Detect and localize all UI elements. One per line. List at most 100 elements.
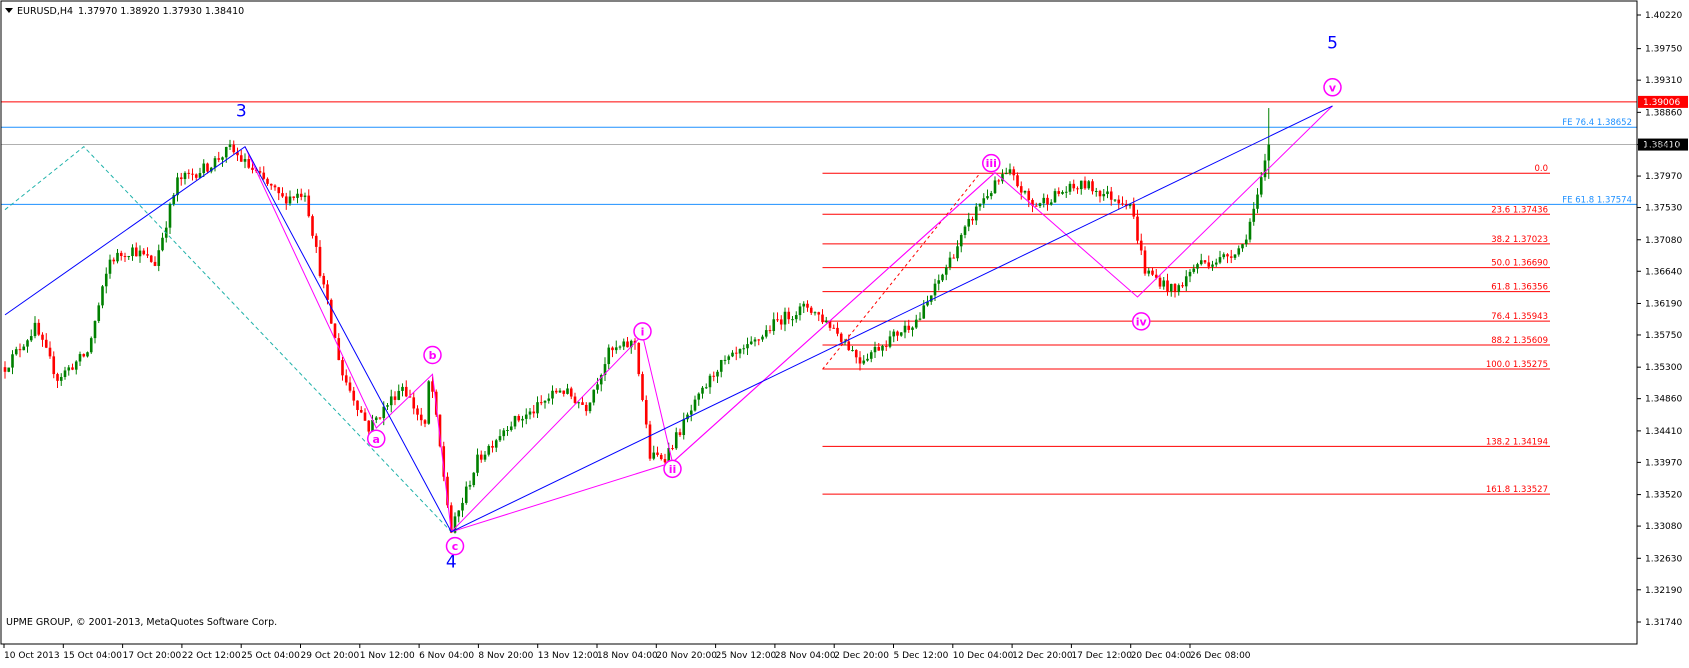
x-tick-label: 17 Dec 12:00 bbox=[1071, 651, 1132, 661]
candle-body bbox=[584, 404, 588, 412]
y-tick-label: 1.39310 bbox=[1645, 76, 1682, 86]
candle-body bbox=[1004, 172, 1008, 175]
candle-body bbox=[1098, 190, 1102, 197]
price-chart[interactable]: 1.39006 FE 76.4 1.38652 FE 61.8 1.37574 1.3… bbox=[0, 0, 1689, 664]
candle-body bbox=[1117, 199, 1121, 204]
candle-body bbox=[82, 354, 86, 357]
fib-level-label: 100.0 1.35275 bbox=[1486, 360, 1548, 370]
candle-body bbox=[1203, 260, 1207, 263]
candle-body bbox=[742, 348, 746, 350]
candle-body bbox=[1136, 216, 1139, 241]
candle-body bbox=[1143, 250, 1147, 274]
candle-body bbox=[74, 361, 78, 370]
candle-body bbox=[266, 178, 269, 184]
candle-body bbox=[183, 172, 187, 180]
y-tick-label: 1.36640 bbox=[1645, 267, 1682, 277]
candle-body bbox=[802, 303, 806, 307]
candle-body bbox=[1027, 190, 1031, 200]
candle-body bbox=[1252, 208, 1256, 222]
candle-body bbox=[359, 409, 363, 413]
candle-body bbox=[858, 357, 862, 364]
candle-body bbox=[479, 454, 483, 460]
candle-body bbox=[348, 382, 352, 391]
y-tick-label: 1.37080 bbox=[1645, 236, 1682, 246]
candle-body bbox=[1049, 202, 1053, 205]
y-tick-label: 1.35300 bbox=[1645, 363, 1682, 373]
major-wave-label: 3 bbox=[236, 102, 247, 122]
candle-body bbox=[161, 237, 164, 251]
candle-body bbox=[419, 414, 423, 421]
fib-level-label: 61.8 1.36356 bbox=[1491, 283, 1548, 293]
candle-body bbox=[993, 180, 997, 194]
candle-body bbox=[1214, 262, 1218, 265]
candle-body bbox=[146, 254, 149, 256]
candle-body bbox=[494, 440, 498, 448]
candle-body bbox=[697, 393, 701, 400]
candle-body bbox=[1121, 203, 1124, 205]
candle-body bbox=[824, 320, 828, 323]
candle-body bbox=[753, 339, 757, 342]
candle-body bbox=[543, 400, 547, 403]
candle-body bbox=[944, 267, 948, 275]
candle-body bbox=[817, 312, 821, 315]
candle-body bbox=[33, 322, 37, 337]
candle-body bbox=[1196, 264, 1199, 269]
candle-body bbox=[663, 459, 667, 463]
candle-body bbox=[941, 274, 944, 281]
y-tick-label: 1.33970 bbox=[1645, 458, 1682, 468]
candle-body bbox=[1229, 256, 1233, 258]
candle-body bbox=[682, 419, 686, 436]
candle-body bbox=[7, 367, 11, 372]
candle-body bbox=[922, 305, 926, 319]
candle-body bbox=[794, 315, 798, 320]
candle-body bbox=[967, 218, 971, 227]
candle-body bbox=[498, 436, 502, 441]
minor-wave-label: b bbox=[429, 349, 437, 362]
candle-body bbox=[779, 319, 783, 325]
candle-body bbox=[393, 396, 397, 400]
candle-body bbox=[911, 327, 914, 330]
y-tick-label: 1.39750 bbox=[1645, 45, 1682, 55]
candle-body bbox=[712, 375, 716, 377]
candle-body bbox=[356, 400, 359, 410]
candle-body bbox=[149, 255, 153, 262]
candle-body bbox=[1248, 221, 1252, 240]
x-tick-label: 22 Oct 12:00 bbox=[182, 651, 241, 661]
x-tick-label: 20 Nov 20:00 bbox=[656, 651, 717, 661]
candle-body bbox=[1068, 183, 1072, 192]
candle-body bbox=[956, 246, 959, 259]
candle-body bbox=[813, 312, 817, 314]
candle-body bbox=[71, 367, 74, 370]
candle-body bbox=[292, 196, 296, 198]
ohlc-label: 1.37970 1.38920 1.37930 1.38410 bbox=[78, 6, 244, 17]
candle-body bbox=[26, 340, 29, 347]
candle-body bbox=[787, 311, 791, 320]
minor-wave-label: i bbox=[641, 325, 645, 338]
candle-body bbox=[1162, 280, 1166, 287]
candle-body bbox=[1139, 240, 1143, 251]
candle-body bbox=[476, 454, 479, 473]
candle-body bbox=[708, 375, 712, 388]
candle-body bbox=[884, 345, 888, 347]
symbol-label[interactable]: EURUSD,H4 bbox=[17, 6, 73, 17]
candle-body bbox=[611, 347, 614, 351]
candle-body bbox=[119, 252, 123, 256]
candle-body bbox=[971, 218, 974, 221]
candle-body bbox=[14, 349, 18, 355]
candle-body bbox=[738, 349, 742, 354]
candle-body bbox=[112, 259, 116, 262]
x-tick-label: 8 Nov 20:00 bbox=[478, 651, 533, 661]
candle-body bbox=[191, 173, 194, 175]
candle-body bbox=[1263, 160, 1267, 178]
x-tick-label: 1 Nov 12:00 bbox=[360, 651, 415, 661]
candle-body bbox=[764, 330, 768, 337]
candle-body bbox=[491, 445, 494, 448]
candle-body bbox=[423, 420, 427, 424]
candle-body bbox=[48, 347, 52, 357]
x-tick-label: 2 Dec 20:00 bbox=[834, 651, 889, 661]
candle-body bbox=[22, 346, 26, 351]
candle-body bbox=[412, 397, 416, 409]
candle-body bbox=[757, 339, 761, 341]
candle-body bbox=[179, 177, 183, 180]
candle-body bbox=[937, 280, 941, 284]
